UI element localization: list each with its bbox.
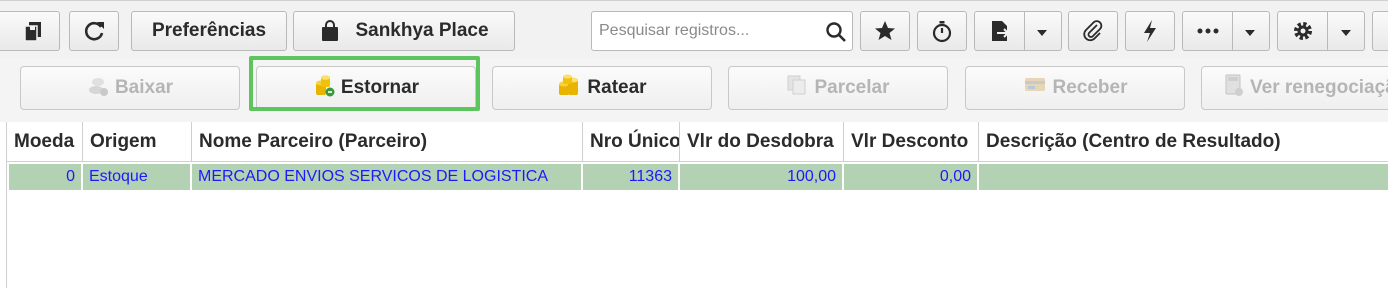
grid-header-row: Moeda Origem Nome Parceiro (Parceiro) Nr…	[7, 122, 1388, 162]
refresh-button[interactable]	[69, 11, 119, 51]
more-separator	[1232, 11, 1233, 51]
ver-renegociacao-button[interactable]: Ver renegociação	[1201, 66, 1388, 110]
baixar-label: Baixar	[114, 77, 174, 98]
cell-vlr-desconto[interactable]: 0,00	[844, 164, 979, 190]
shopping-bag-icon	[319, 20, 341, 42]
lightning-icon	[1141, 19, 1159, 43]
table-row[interactable]: 0 Estoque MERCADO ENVIOS SERVICOS DE LOG…	[7, 164, 1388, 190]
receber-label: Receber	[1052, 77, 1128, 98]
records-grid: Moeda Origem Nome Parceiro (Parceiro) Nr…	[6, 122, 1388, 288]
coins-refund-icon	[313, 73, 335, 103]
cell-vlr-desdobra[interactable]: 100,00	[680, 164, 844, 190]
search-input[interactable]	[597, 12, 817, 50]
paperclip-icon	[1081, 19, 1105, 43]
column-header-vlr-desconto[interactable]: Vlr Desconto	[844, 122, 979, 162]
favorite-button[interactable]	[860, 11, 910, 51]
attachment-button[interactable]	[1068, 11, 1118, 51]
column-header-nro-unico[interactable]: Nro Único	[583, 122, 680, 162]
coins-icon	[87, 73, 109, 103]
copy-icon	[23, 20, 45, 42]
column-header-descricao[interactable]: Descrição (Centro de Resultado)	[979, 122, 1388, 162]
top-toolbar: Preferências Sankhya Place	[0, 0, 1388, 58]
search-icon[interactable]	[825, 21, 847, 48]
preferences-label: Preferências	[151, 20, 267, 41]
star-icon	[873, 19, 897, 43]
parcelar-button[interactable]: Parcelar	[728, 66, 948, 110]
column-header-origem[interactable]: Origem	[83, 122, 192, 162]
search-box[interactable]	[591, 11, 853, 51]
chevron-down-icon[interactable]	[1339, 25, 1353, 43]
chevron-down-icon[interactable]	[1035, 25, 1049, 43]
cell-origem[interactable]: Estoque	[83, 164, 192, 190]
sankhya-place-button[interactable]: Sankhya Place	[293, 11, 515, 51]
estornar-button[interactable]: Estornar	[256, 66, 476, 110]
receber-button[interactable]: Receber	[965, 66, 1185, 110]
cell-descricao[interactable]	[979, 164, 1388, 190]
copy-button[interactable]	[0, 11, 60, 51]
estornar-label: Estornar	[340, 77, 420, 98]
cell-moeda[interactable]: 0	[9, 164, 83, 190]
stopwatch-icon	[930, 19, 954, 43]
baixar-button[interactable]: Baixar	[20, 66, 240, 110]
action-bar: Baixar Estornar Ratear Parcelar Receber …	[0, 58, 1388, 122]
sankhya-place-label: Sankhya Place	[355, 20, 489, 41]
chevron-down-icon[interactable]	[1243, 25, 1257, 43]
cell-nome-parceiro[interactable]: MERCADO ENVIOS SERVICOS DE LOGISTICA	[192, 164, 583, 190]
column-header-vlr-desdobra[interactable]: Vlr do Desdobra	[680, 122, 844, 162]
refresh-icon	[82, 19, 106, 43]
gear-icon	[1291, 19, 1315, 43]
export-separator	[1024, 11, 1025, 51]
documents-icon	[786, 74, 808, 102]
calculator-icon	[1224, 73, 1244, 103]
column-header-moeda[interactable]: Moeda	[7, 122, 83, 162]
cell-nro-unico[interactable]: 11363	[583, 164, 680, 190]
actions-button[interactable]	[1125, 11, 1175, 51]
more-icon	[1197, 28, 1219, 34]
ratear-button[interactable]: Ratear	[492, 66, 712, 110]
card-icon	[1023, 75, 1047, 101]
timer-button[interactable]	[917, 11, 967, 51]
overflow-button[interactable]	[1372, 11, 1388, 51]
export-document-icon	[989, 19, 1011, 43]
ratear-label: Ratear	[587, 77, 647, 98]
coins-icon	[557, 73, 581, 103]
preferences-button[interactable]: Preferências	[131, 11, 287, 51]
ver-renegociacao-label: Ver renegociação	[1250, 77, 1388, 98]
parcelar-label: Parcelar	[814, 77, 890, 98]
column-header-nome-parceiro[interactable]: Nome Parceiro (Parceiro)	[192, 122, 583, 162]
settings-separator	[1327, 11, 1328, 51]
